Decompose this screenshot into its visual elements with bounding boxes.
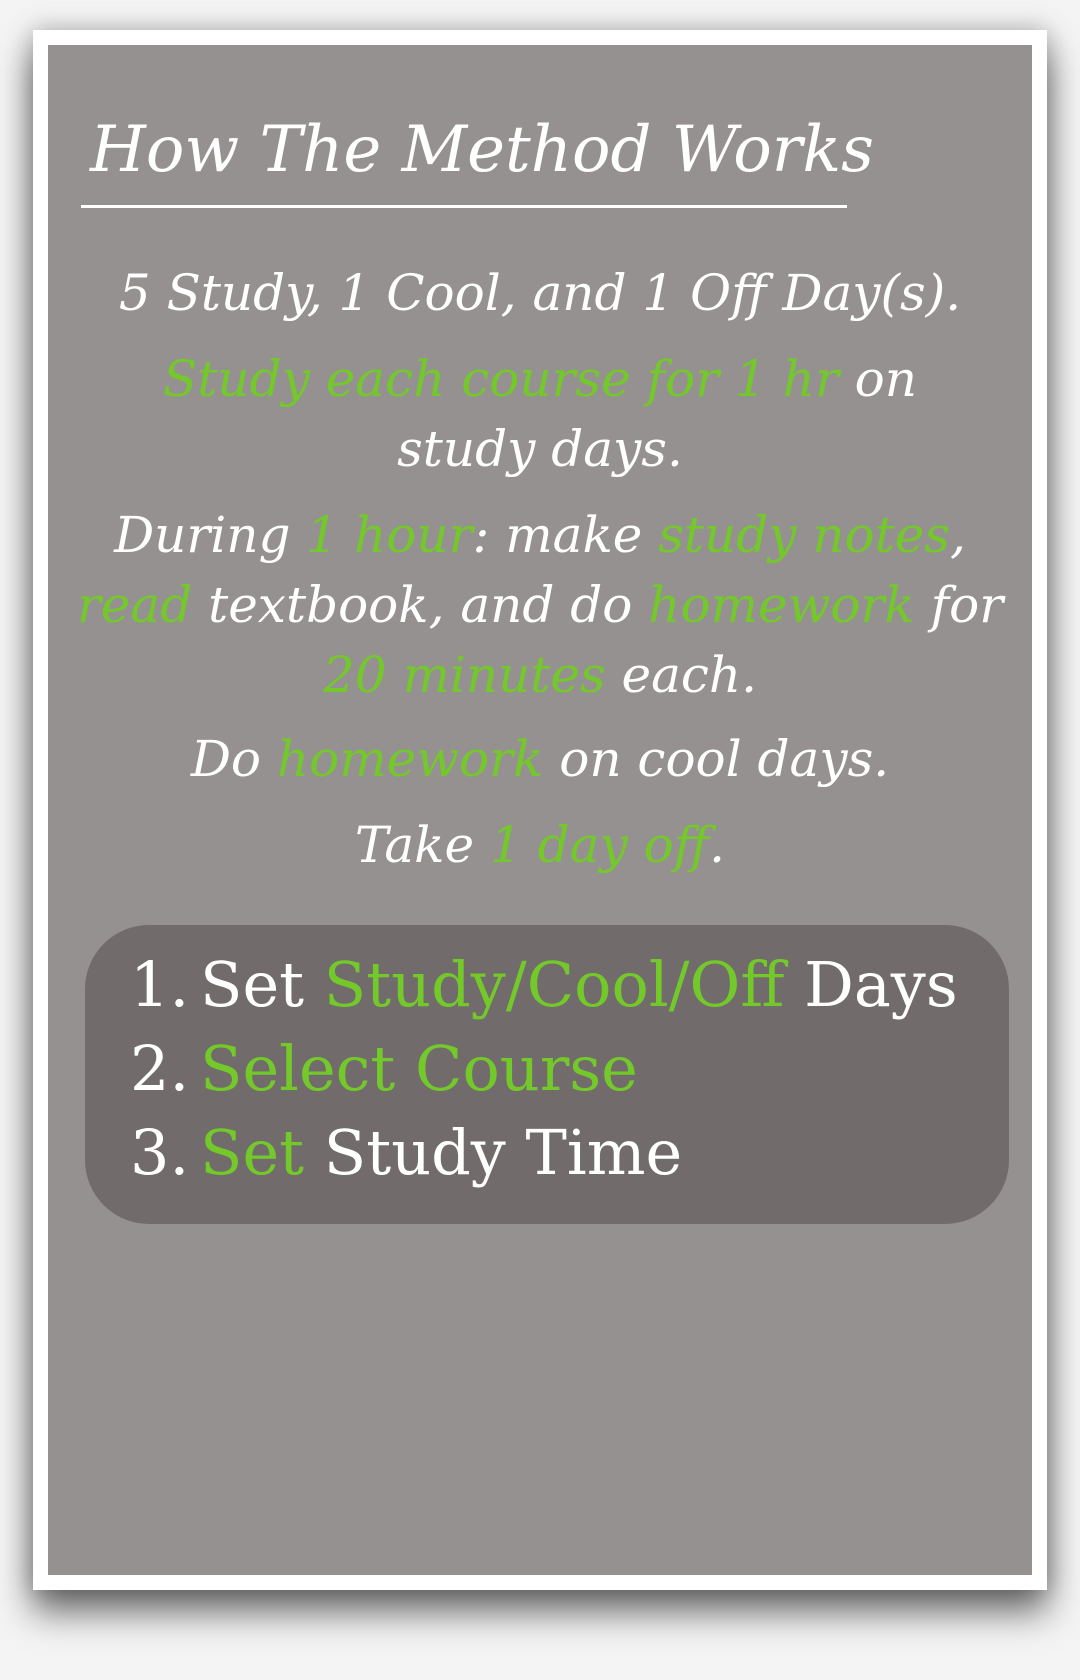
step-number: 3.: [130, 1116, 190, 1189]
hour-breakdown-text-1: During: [114, 506, 307, 564]
step-highlight: Select Course: [200, 1032, 638, 1105]
hour-breakdown: During 1 hour: make study notes, read te…: [60, 500, 1020, 710]
off-day-rule: Take 1 day off.: [60, 810, 1020, 880]
hour-breakdown-text-6: each.: [605, 646, 758, 704]
hour-breakdown-text-3: ,: [950, 506, 966, 564]
cool-day-homework-highlight: homework: [276, 730, 544, 788]
step-highlight: Study/Cool/Off: [323, 948, 785, 1021]
cool-day-text-2: on cool days.: [543, 730, 890, 788]
step-text: Days: [784, 948, 958, 1021]
study-notes-highlight: study notes: [658, 506, 950, 564]
steps-panel: 1. Set Study/Cool/Off Days 2. Select Cours…: [85, 925, 1009, 1224]
twenty-minutes-highlight: 20 minutes: [322, 646, 606, 704]
hour-breakdown-text-5: for: [914, 576, 1004, 634]
read-highlight: read: [76, 576, 193, 634]
step-item-3: 3. Set Study Time: [130, 1111, 682, 1195]
study-day-rule: Study each course for 1 hr on study days…: [60, 344, 1020, 484]
schedule-summary-text: 5 Study, 1 Cool, and 1 Off Day(s).: [118, 264, 962, 322]
off-day-text-1: Take: [354, 816, 490, 874]
screen: How The Method Works 5 Study, 1 Cool, an…: [0, 0, 1080, 1680]
step-item-2: 2. Select Course: [130, 1027, 638, 1111]
step-number: 2.: [130, 1032, 190, 1105]
schedule-summary: 5 Study, 1 Cool, and 1 Off Day(s).: [60, 258, 1020, 328]
step-text: Set: [200, 948, 324, 1021]
page-title: How The Method Works: [90, 113, 874, 187]
step-item-1: 1. Set Study/Cool/Off Days: [130, 943, 958, 1027]
step-text: Study Time: [304, 1116, 683, 1189]
cool-day-rule: Do homework on cool days.: [60, 724, 1020, 794]
hour-breakdown-text-4: textbook, and do: [192, 576, 649, 634]
cool-day-text-1: Do: [190, 730, 277, 788]
day-off-highlight: 1 day off: [489, 816, 710, 874]
title-underline: [81, 205, 847, 208]
homework-highlight: homework: [648, 576, 915, 634]
step-number: 1.: [130, 948, 190, 1021]
hour-breakdown-text-2: : make: [472, 506, 659, 564]
off-day-text-2: .: [709, 816, 726, 874]
step-highlight: Set: [200, 1116, 305, 1189]
one-hour-highlight: 1 hour: [306, 506, 473, 564]
study-duration-highlight: Study each course for 1 hr: [163, 350, 839, 408]
